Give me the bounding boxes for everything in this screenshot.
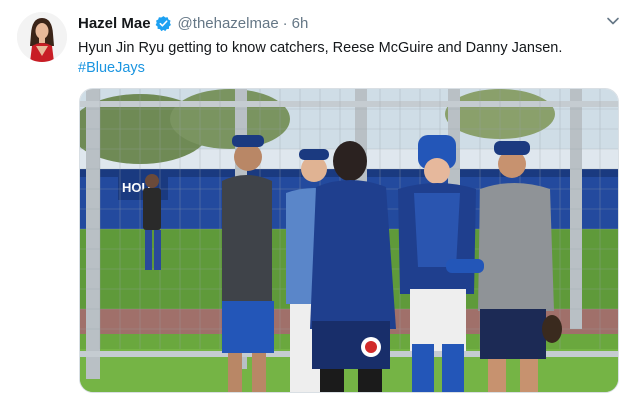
user-handle[interactable]: @thehazelmae (178, 15, 279, 32)
separator-dot: · (282, 14, 288, 32)
display-name[interactable]: Hazel Mae (78, 15, 151, 32)
tweet-timestamp[interactable]: 6h (292, 15, 309, 32)
photo-illustration: HOU (80, 89, 618, 392)
tweet-header: Hazel Mae @thehazelmae · 6h (78, 12, 308, 34)
hashtag-link[interactable]: #BlueJays (78, 60, 145, 76)
tweet-body: Hyun Jin Ryu getting to know catchers, R… (78, 40, 563, 56)
tweet-card[interactable]: Hazel Mae @thehazelmae · 6h Hyun Jin Ryu… (0, 0, 640, 404)
verified-badge-icon (155, 15, 172, 32)
avatar-image (17, 12, 67, 62)
chevron-down-icon[interactable] (606, 14, 620, 28)
tweet-text: Hyun Jin Ryu getting to know catchers, R… (78, 38, 626, 78)
tweet-photo[interactable]: HOU (79, 88, 619, 393)
avatar[interactable] (17, 12, 67, 62)
